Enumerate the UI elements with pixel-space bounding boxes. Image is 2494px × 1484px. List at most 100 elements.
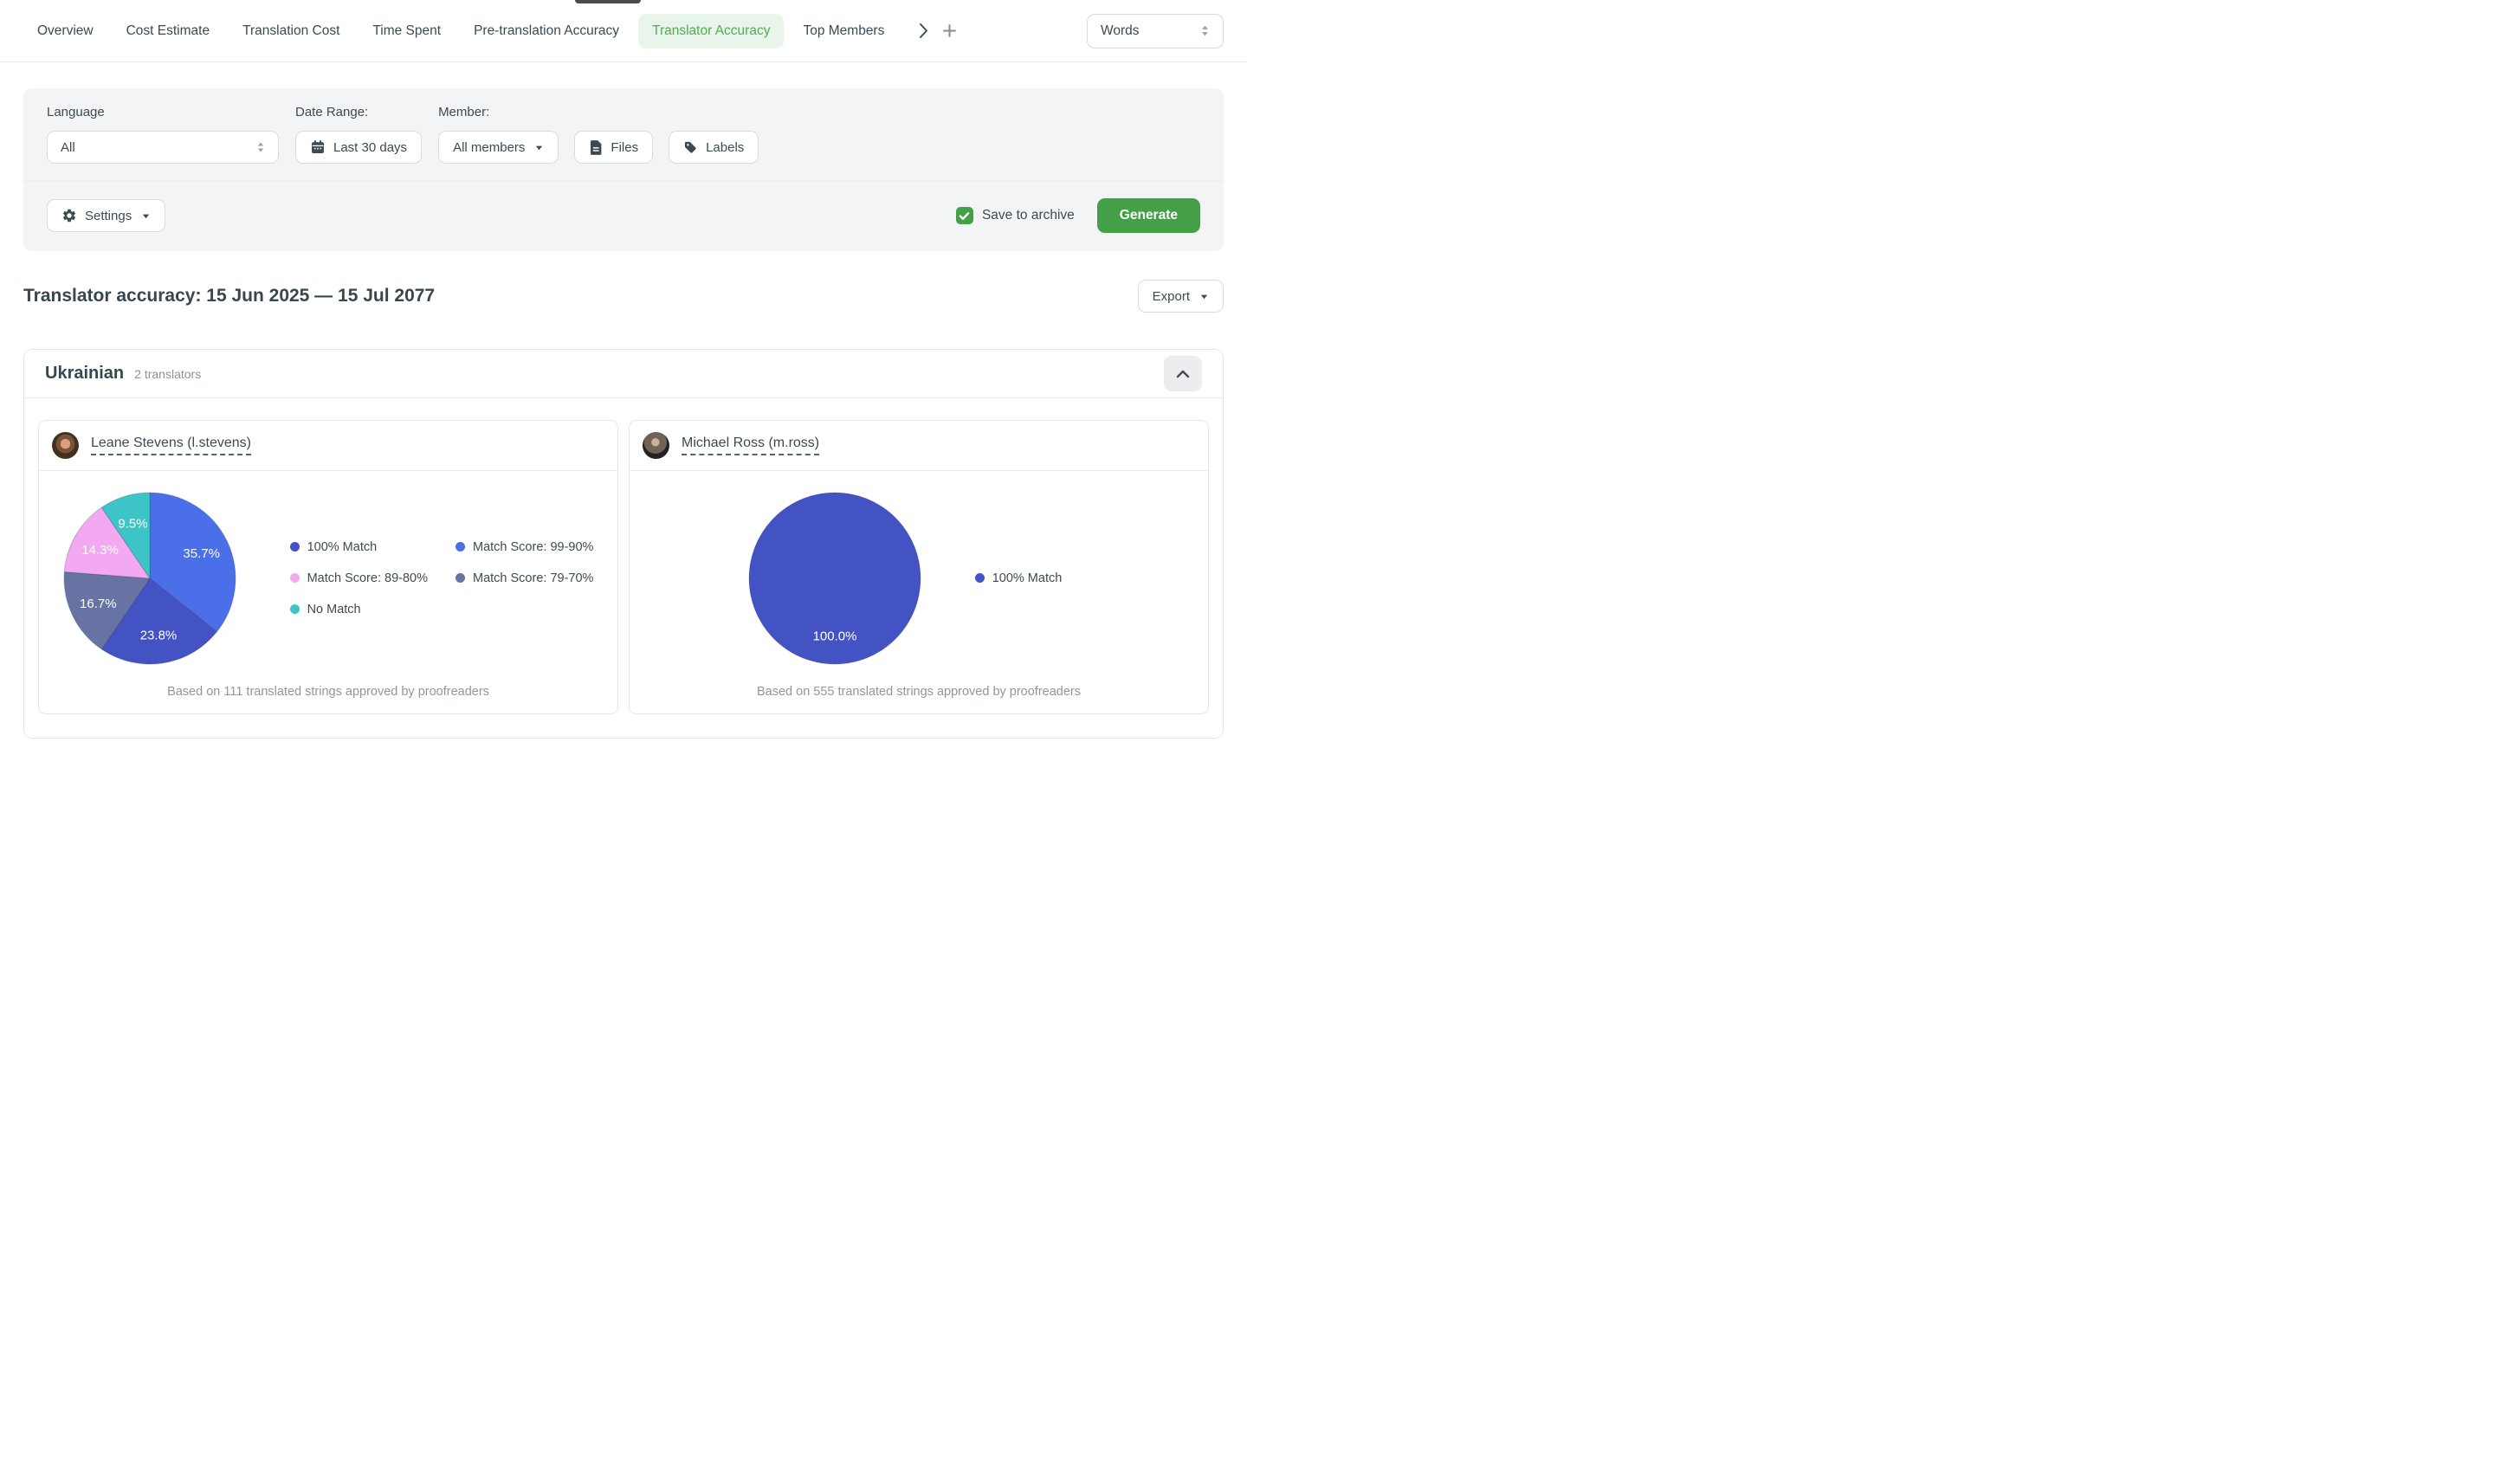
checkmark-icon bbox=[959, 210, 970, 222]
translator-cards: Leane Stevens (l.stevens) 35.7% 23.8% 16.7… bbox=[24, 398, 1223, 738]
save-to-archive-label[interactable]: Save to archive bbox=[982, 208, 1075, 223]
tab-time-spent[interactable]: Time Spent bbox=[359, 14, 455, 48]
language-label: Language bbox=[47, 105, 279, 119]
export-button-label: Export bbox=[1153, 289, 1190, 304]
legend-dot bbox=[290, 604, 300, 614]
legend-dot bbox=[290, 573, 300, 583]
legend-dot bbox=[456, 573, 465, 583]
files-button-label: Files bbox=[611, 140, 638, 155]
settings-button-label: Settings bbox=[85, 209, 132, 223]
report-header: Translator accuracy: 15 Jun 2025 — 15 Ju… bbox=[23, 280, 1224, 313]
language-select-value: All bbox=[61, 140, 75, 155]
legend-label: No Match bbox=[307, 603, 361, 616]
caret-down-icon bbox=[534, 143, 544, 152]
file-icon bbox=[589, 139, 603, 156]
language-group-card: Ukrainian 2 translators Leane Stevens (l… bbox=[23, 349, 1224, 739]
translator-name-link[interactable]: Leane Stevens (l.stevens) bbox=[91, 436, 251, 455]
add-report-button[interactable] bbox=[942, 23, 957, 38]
language-filter-group: Language All bbox=[47, 105, 279, 164]
chevron-right-icon bbox=[919, 23, 928, 39]
select-arrows-icon bbox=[1199, 24, 1211, 37]
legend-dot bbox=[456, 542, 465, 552]
legend-dot bbox=[290, 542, 300, 552]
translator-name-link[interactable]: Michael Ross (m.ross) bbox=[682, 436, 819, 455]
gear-icon bbox=[61, 208, 77, 223]
pie-legend: 100% Match bbox=[975, 571, 1090, 585]
tab-top-members[interactable]: Top Members bbox=[789, 14, 898, 48]
report-title: Translator accuracy: 15 Jun 2025 — 15 Ju… bbox=[23, 286, 435, 306]
translator-card: Leane Stevens (l.stevens) 35.7% 23.8% 16.7… bbox=[38, 420, 618, 714]
legend-label: 100% Match bbox=[992, 571, 1063, 585]
report-unit-select[interactable]: Words bbox=[1087, 14, 1224, 48]
labels-button-label: Labels bbox=[706, 140, 744, 155]
legend-label: Match Score: 89-80% bbox=[307, 571, 428, 585]
translators-count: 2 translators bbox=[134, 367, 201, 381]
tab-translator-accuracy[interactable]: Translator Accuracy bbox=[638, 14, 784, 48]
tab-translation-cost[interactable]: Translation Cost bbox=[229, 14, 353, 48]
pie-slice-label: 14.3% bbox=[81, 542, 119, 557]
avatar bbox=[643, 432, 669, 459]
translator-card: Michael Ross (m.ross) 100.0% 100% Match … bbox=[629, 420, 1209, 714]
tab-cost-estimate[interactable]: Cost Estimate bbox=[113, 14, 223, 48]
settings-button[interactable]: Settings bbox=[47, 199, 165, 232]
member-select-button[interactable]: All members bbox=[438, 131, 559, 164]
files-filter-button[interactable]: Files bbox=[574, 131, 653, 164]
pie-slice-label: 9.5% bbox=[118, 516, 147, 531]
language-select[interactable]: All bbox=[47, 131, 279, 164]
date-range-value: Last 30 days bbox=[333, 140, 407, 155]
date-range-label: Date Range: bbox=[295, 105, 422, 119]
caret-down-icon bbox=[1199, 292, 1209, 301]
pie-slice-label: 100.0% bbox=[812, 629, 856, 643]
member-filter-group: Member: All members Files Labels bbox=[438, 105, 759, 164]
tag-icon bbox=[683, 140, 698, 155]
legend-item[interactable]: 100% Match bbox=[975, 571, 1063, 585]
filters-actions-row: Settings Save to archive Generate bbox=[47, 198, 1200, 233]
legend-label: Match Score: 99-90% bbox=[473, 540, 593, 554]
legend-label: Match Score: 79-70% bbox=[473, 571, 593, 585]
pie-legend: 100% Match Match Score: 99-90% Match Score… bbox=[290, 540, 594, 616]
legend-item[interactable]: No Match bbox=[290, 603, 428, 616]
pie-slice-label: 23.8% bbox=[139, 628, 177, 642]
labels-filter-button[interactable]: Labels bbox=[669, 131, 759, 164]
legend-item[interactable]: 100% Match bbox=[290, 540, 428, 554]
export-button[interactable]: Export bbox=[1138, 280, 1224, 313]
tab-overview[interactable]: Overview bbox=[23, 14, 107, 48]
pie-chart: 35.7% 23.8% 16.7% 14.3% 9.5% bbox=[63, 492, 236, 665]
language-group-header: Ukrainian 2 translators bbox=[24, 350, 1223, 398]
pie-slice-label: 35.7% bbox=[183, 546, 220, 561]
calendar-icon bbox=[310, 139, 326, 155]
save-to-archive-checkbox[interactable] bbox=[956, 207, 973, 224]
collapse-section-button[interactable] bbox=[1164, 356, 1202, 391]
legend-item[interactable]: Match Score: 79-70% bbox=[456, 571, 593, 585]
date-range-filter-group: Date Range: Last 30 days bbox=[295, 105, 422, 164]
member-select-value: All members bbox=[453, 140, 525, 155]
date-range-button[interactable]: Last 30 days bbox=[295, 131, 422, 164]
report-unit-value: Words bbox=[1101, 23, 1140, 39]
screen-notch bbox=[575, 0, 641, 3]
filters-row: Language All Date Range: Last 30 days Me… bbox=[47, 105, 1200, 164]
legend-item[interactable]: Match Score: 89-80% bbox=[290, 571, 428, 585]
legend-item[interactable]: Match Score: 99-90% bbox=[456, 540, 593, 554]
filters-divider bbox=[23, 181, 1224, 182]
legend-label: 100% Match bbox=[307, 540, 378, 554]
caret-down-icon bbox=[141, 211, 151, 221]
generate-button[interactable]: Generate bbox=[1097, 198, 1200, 233]
translator-card-header: Michael Ross (m.ross) bbox=[630, 421, 1208, 471]
translator-chart-area: 100.0% 100% Match bbox=[630, 471, 1208, 685]
language-name: Ukrainian bbox=[45, 364, 124, 384]
translator-card-header: Leane Stevens (l.stevens) bbox=[39, 421, 617, 471]
member-label: Member: bbox=[438, 105, 759, 119]
report-tabbar: OverviewCost EstimateTranslation CostTim… bbox=[0, 0, 1247, 62]
filters-panel: Language All Date Range: Last 30 days Me… bbox=[23, 88, 1224, 251]
select-arrows-icon bbox=[255, 141, 267, 153]
legend-dot bbox=[975, 573, 985, 583]
chart-footnote: Based on 555 translated strings approved… bbox=[630, 685, 1208, 713]
translator-chart-area: 35.7% 23.8% 16.7% 14.3% 9.5% 100% Match Match… bbox=[39, 471, 617, 685]
report-tabs: OverviewCost EstimateTranslation CostTim… bbox=[23, 14, 898, 48]
pie-chart: 100.0% bbox=[748, 492, 921, 665]
pie-slice-label: 16.7% bbox=[80, 596, 117, 610]
chevron-up-icon bbox=[1175, 369, 1191, 379]
tabs-overflow-chevron-button[interactable] bbox=[919, 23, 928, 39]
tab-pre-translation-accuracy[interactable]: Pre-translation Accuracy bbox=[460, 14, 633, 48]
avatar bbox=[52, 432, 79, 459]
